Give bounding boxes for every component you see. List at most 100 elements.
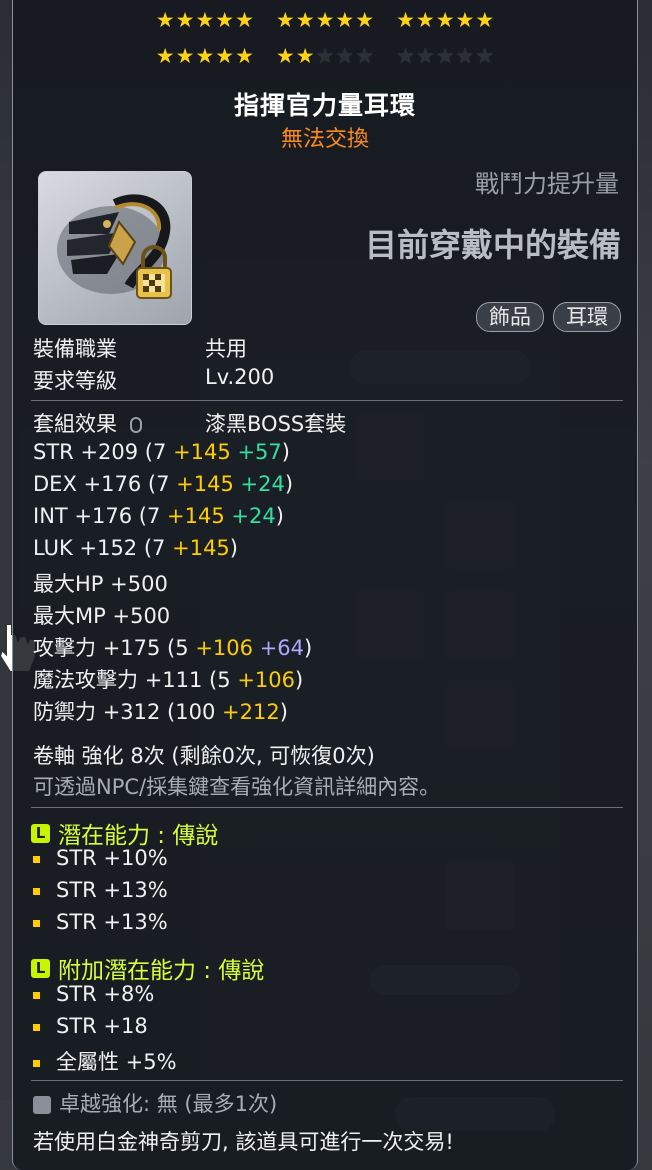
star-filled-icon: ★ [275,8,295,32]
star-filled-icon: ★ [415,8,435,32]
stat-name: STR [33,440,74,464]
stat-total: +111 [144,668,203,692]
star-force-text: 卓越強化: 無 (最多1次) [59,1092,278,1116]
bullet-icon [33,991,40,999]
stat-line: INT +176 (7 +145 +24) [33,504,284,528]
star-group: ★ ★ ★ ★ ★ [276,9,374,31]
stat-name: 魔法攻擊力 [33,668,138,692]
stat-line: 最大MP +500 [33,600,170,630]
star-filled-icon: ★ [275,44,295,68]
stat-base: 5 [217,668,231,692]
star-group: ★ ★ ★ ★ ★ [396,45,494,67]
star-empty-icon: ★ [415,44,435,68]
set-effect-label: 套組效果 [33,412,117,436]
bullet-icon [33,1059,40,1067]
stat-name: DEX [33,472,77,496]
stat-bonus: +212 [222,700,280,724]
star-filled-icon: ★ [355,8,375,32]
mouse-icon [129,417,142,433]
star-group: ★ ★ ★ ★ ★ [156,9,254,31]
stat-extra: +24 [240,472,285,496]
star-filled-icon: ★ [215,8,235,32]
stat-base: 5 [175,636,189,660]
job-requirement: 裝備職業 共用 [33,333,247,363]
star-filled-icon: ★ [195,44,215,68]
potential-line: 全屬性 +5% [33,1046,177,1076]
star-filled-icon: ★ [175,44,195,68]
star-filled-icon: ★ [155,8,175,32]
star-force-row-1: ★ ★ ★ ★ ★ ★ ★ ★ ★ ★ ★ ★ ★ ★ ★ [13,9,637,31]
scroll-upgrade-line: 卷軸 強化 8次 (剩餘0次, 可恢復0次) [33,744,375,768]
potential-line: STR +10% [33,846,168,870]
item-tooltip: ★ ★ ★ ★ ★ ★ ★ ★ ★ ★ ★ ★ ★ ★ ★ ★ ★ ★ ★ ★ ★ ★ ★ ★ ★ ★ ★ ★ ★ ★ 指揮官力量耳環 … [12,0,638,1170]
equipped-indicator: 目前穿戴中的裝備 [364,226,621,264]
potential-line: STR +13% [33,910,168,934]
potential-line: STR +13% [33,878,168,902]
bullet-icon [33,919,40,927]
stat-total: +176 [74,504,133,528]
stat-bonus: +145 [167,504,225,528]
star-empty-icon: ★ [455,44,475,68]
stat-line: DEX +176 (7 +145 +24) [33,472,294,496]
bullet-icon [33,887,40,895]
stat-base: 7 [152,536,166,560]
star-filled-icon: ★ [295,44,315,68]
star-filled-icon: ★ [455,8,475,32]
star-empty-icon: ★ [315,44,335,68]
stat-name: 最大HP [33,572,104,596]
category-tag-earring: 耳環 [553,302,621,332]
stat-line: 防禦力 +312 (100 +212) [33,700,288,724]
potential-title: 潛在能力 : 傳說 [58,823,219,849]
level-value: Lv.200 [205,365,275,389]
upgrade-hint: 可透過NPC/採集鍵查看強化資訊詳細內容。 [33,775,441,799]
job-value: 共用 [205,337,247,361]
bullet-icon [33,855,40,863]
level-requirement: 要求等級 Lv.200 [33,365,274,395]
star-empty-icon: ★ [355,44,375,68]
set-effect[interactable]: 套組效果 漆黑BOSS套裝 [33,408,346,438]
star-filled-icon: ★ [295,8,315,32]
star-filled-icon: ★ [195,8,215,32]
potential-text: STR +13% [56,878,168,902]
enhance-icon [33,1096,51,1114]
stat-line: STR +209 (7 +145 +57) [33,440,290,464]
star-group: ★ ★ ★ ★ ★ [276,45,374,67]
star-filled-icon: ★ [396,8,415,32]
potential-text: STR +8% [56,982,155,1006]
level-label: 要求等級 [33,369,117,393]
category-tag-accessory: 飾品 [476,302,544,332]
stat-line: 魔法攻擊力 +111 (5 +106) [33,668,304,692]
trade-status: 無法交換 [280,127,369,152]
stat-name: 防禦力 [33,700,96,724]
stat-bonus: +106 [195,636,253,660]
item-icon-frame [38,171,192,325]
bullet-icon [33,1023,40,1031]
potential-text: STR +13% [56,910,168,934]
stat-base: 7 [153,440,167,464]
star-group: ★ ★ ★ ★ ★ [156,45,254,67]
divider [31,807,623,808]
stat-total: +500 [112,604,171,628]
star-empty-icon: ★ [475,44,495,68]
stat-line: 攻擊力 +175 (5 +106 +64) [33,636,313,660]
star-empty-icon: ★ [435,44,455,68]
stat-name: INT [33,504,68,528]
stat-total: +152 [79,536,138,560]
star-group: ★ ★ ★ ★ ★ [396,9,494,31]
item-name: 指揮官力量耳環 [233,91,416,120]
star-filled-icon: ★ [435,8,455,32]
star-filled-icon: ★ [315,8,335,32]
star-empty-icon: ★ [396,44,415,68]
potential-header: L 潛在能力 : 傳說 [31,816,218,850]
divider [31,1080,623,1081]
potential-line: STR +8% [33,982,154,1006]
stat-base: 7 [156,472,170,496]
stat-bonus: +145 [173,440,231,464]
set-effect-value: 漆黑BOSS套裝 [205,412,347,436]
stat-total: +175 [102,636,161,660]
combat-power-label: 戰鬥力提升量 [475,170,619,198]
potential-text: STR +18 [56,1014,148,1038]
additional-potential-title: 附加潛在能力 : 傳說 [58,958,265,984]
stat-name: 攻擊力 [33,636,96,660]
legendary-badge-icon: L [31,823,50,843]
